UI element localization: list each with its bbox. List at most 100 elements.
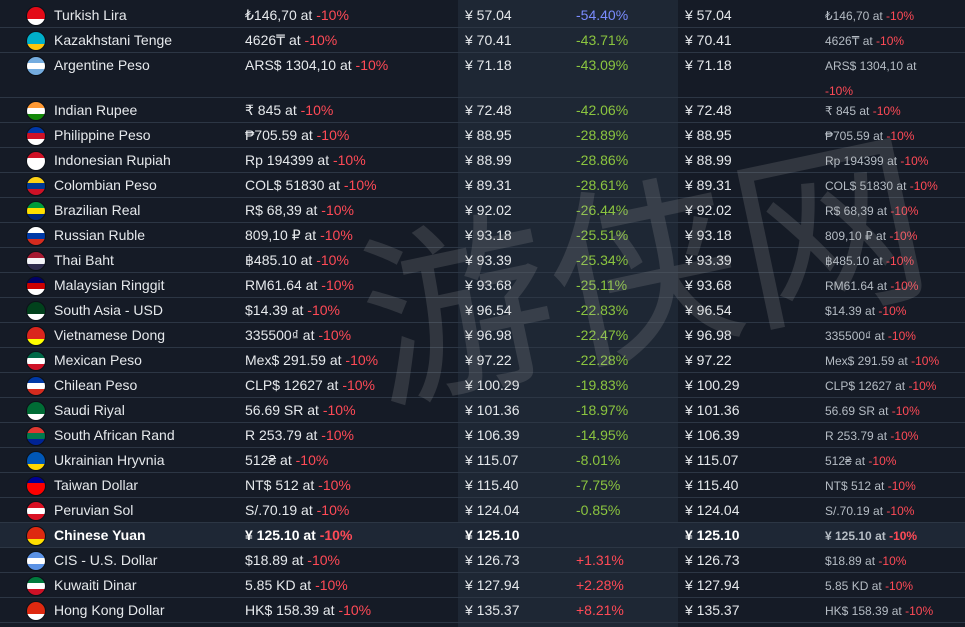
local-price-alt: RM61.64 at -10%	[825, 278, 918, 295]
local-price: S/.70.19 at -10%	[245, 502, 349, 519]
table-row: Saudi Riyal 56.69 SR at -10% ¥ 101.36 -18.9…	[0, 398, 965, 423]
country-flag-icon	[26, 56, 46, 76]
discount-badge: -10%	[321, 202, 354, 218]
discount-badge: -10%	[342, 377, 375, 393]
table-row: Peruvian Sol S/.70.19 at -10% ¥ 124.04 -0.8…	[0, 498, 965, 523]
table-row: Taiwan Dollar NT$ 512 at -10% ¥ 115.40 -7.7…	[0, 473, 965, 498]
converted-price-alt: ¥ 89.31	[685, 177, 732, 193]
at-label: at	[302, 327, 315, 343]
discount-badge-alt: -10%	[886, 254, 915, 268]
currency-name: Peruvian Sol	[54, 502, 134, 518]
table-row: Hong Kong Dollar HK$ 158.39 at -10% ¥ 135.…	[0, 598, 965, 623]
converted-price-alt: ¥ 93.18	[685, 227, 732, 243]
converted-price-alt: ¥ 135.37	[685, 602, 740, 618]
local-price: 335500₫ at -10%	[245, 327, 351, 344]
price-value-alt: Mex$ 291.59	[825, 354, 895, 368]
discount-badge: -10%	[345, 352, 379, 368]
country-flag-icon	[26, 376, 46, 396]
at-label: at	[873, 504, 884, 518]
at-label: at	[876, 229, 887, 243]
price-value-alt: Rp 194399	[825, 154, 884, 168]
local-price-alt: ₺146,70 at -10%	[825, 8, 914, 25]
country-flag-icon	[26, 176, 46, 196]
discount-badge-alt: -10%	[878, 304, 907, 318]
discount-badge-alt: -10%	[887, 479, 916, 493]
local-price: ¥ 125.10 at -10%	[245, 527, 352, 544]
local-price: Rp 194399 at -10%	[245, 152, 366, 169]
price-value-alt: $14.39	[825, 304, 862, 318]
converted-price: ¥ 72.48	[465, 102, 512, 118]
discount-badge-alt: -10%	[886, 504, 915, 518]
price-value: $18.89	[245, 552, 288, 568]
at-label: at	[896, 179, 907, 193]
currency-name: Vietnamese Dong	[54, 327, 166, 343]
at-label: at	[862, 34, 873, 48]
local-price: ₹ 845 at -10%	[245, 102, 333, 119]
percent-difference: -43.09%	[576, 57, 629, 73]
local-price: HK$ 158.39 at -10%	[245, 602, 371, 619]
percent-difference: -43.71%	[576, 32, 629, 48]
at-label: at	[305, 202, 318, 218]
at-label: at	[872, 254, 883, 268]
converted-price: ¥ 125.10	[465, 527, 520, 543]
price-value: RM61.64	[245, 277, 302, 293]
currency-name: Turkish Lira	[54, 7, 127, 23]
at-label: at	[299, 577, 312, 593]
local-price-alt: $14.39 at -10%	[825, 303, 906, 320]
discount-badge-alt: -10%	[909, 179, 938, 193]
table-row: Malaysian Ringgit RM61.64 at -10% ¥ 93.68 -…	[0, 273, 965, 298]
local-price-alt: Mex$ 291.59 at -10%	[825, 353, 939, 370]
price-value-alt: ₺146,70	[825, 9, 870, 23]
price-value-alt: 809,10 ₽	[825, 229, 873, 243]
converted-price-alt: ¥ 125.10	[685, 527, 740, 543]
table-row: Chilean Peso CLP$ 12627 at -10% ¥ 100.29 -1…	[0, 373, 965, 398]
at-label: at	[873, 129, 884, 143]
table-row: Indian Rupee ₹ 845 at -10% ¥ 72.48 -42.06% ¥…	[0, 98, 965, 123]
converted-price: ¥ 92.02	[465, 202, 512, 218]
discount-badge: -10%	[307, 552, 340, 568]
local-price: Mex$ 291.59 at -10%	[245, 352, 378, 369]
converted-price: ¥ 89.31	[465, 177, 512, 193]
price-comparison-table: Turkish Lira ₺146,70 at -10% ¥ 57.04 -54.40…	[0, 0, 965, 627]
at-label: at	[300, 7, 313, 23]
local-price-alt: ¥ 125.10 at -10%	[825, 528, 917, 545]
converted-price: ¥ 97.22	[465, 352, 512, 368]
local-price: 809,10 ₽ at -10%	[245, 227, 353, 244]
price-value: ₱705.59	[245, 127, 298, 143]
table-row: Indonesian Rupiah Rp 194399 at -10% ¥ 88.9…	[0, 148, 965, 173]
local-price-alt: HK$ 158.39 at -10%	[825, 603, 933, 620]
at-label: at	[865, 304, 876, 318]
price-value-alt: ₱705.59	[825, 129, 870, 143]
converted-price: ¥ 88.99	[465, 152, 512, 168]
discount-badge: -10%	[315, 577, 348, 593]
currency-name: Mexican Peso	[54, 352, 142, 368]
table-row: Vietnamese Dong 335500₫ at -10% ¥ 96.98 -22…	[0, 323, 965, 348]
converted-price-alt: ¥ 57.04	[685, 7, 732, 23]
converted-price-alt: ¥ 100.29	[685, 377, 740, 393]
discount-badge: -10%	[316, 127, 350, 143]
table-row: Mexican Peso Mex$ 291.59 at -10% ¥ 97.22 -2…	[0, 348, 965, 373]
currency-name: Taiwan Dollar	[54, 477, 139, 493]
price-value-alt: 335500₫	[825, 329, 872, 343]
converted-price: ¥ 93.68	[465, 277, 512, 293]
table-row: Turkish Lira ₺146,70 at -10% ¥ 57.04 -54.40…	[0, 3, 965, 28]
local-price: 4626₸ at -10%	[245, 32, 337, 49]
price-value-alt: ¥ 125.10	[825, 529, 872, 543]
price-value-alt: COL$ 51830	[825, 179, 894, 193]
at-label: at	[300, 252, 313, 268]
price-value-alt: 56.69 SR	[825, 404, 876, 418]
discount-badge-alt: -10%	[885, 579, 914, 593]
table-row: South African Rand R 253.79 at -10% ¥ 106.…	[0, 423, 965, 448]
local-price-alt: COL$ 51830 at -10%	[825, 178, 938, 195]
discount-badge-alt: -10%	[878, 554, 907, 568]
at-label: at	[305, 427, 318, 443]
currency-name: Brazilian Real	[54, 202, 141, 218]
local-price-alt: S/.70.19 at -10%	[825, 503, 914, 520]
discount-badge-alt: -10%	[889, 529, 918, 543]
percent-difference: -25.51%	[576, 227, 629, 243]
at-label: at	[877, 204, 888, 218]
at-label: at	[280, 452, 292, 468]
at-label: at	[304, 227, 317, 243]
at-label: at	[871, 579, 882, 593]
at-label: at	[303, 527, 316, 543]
